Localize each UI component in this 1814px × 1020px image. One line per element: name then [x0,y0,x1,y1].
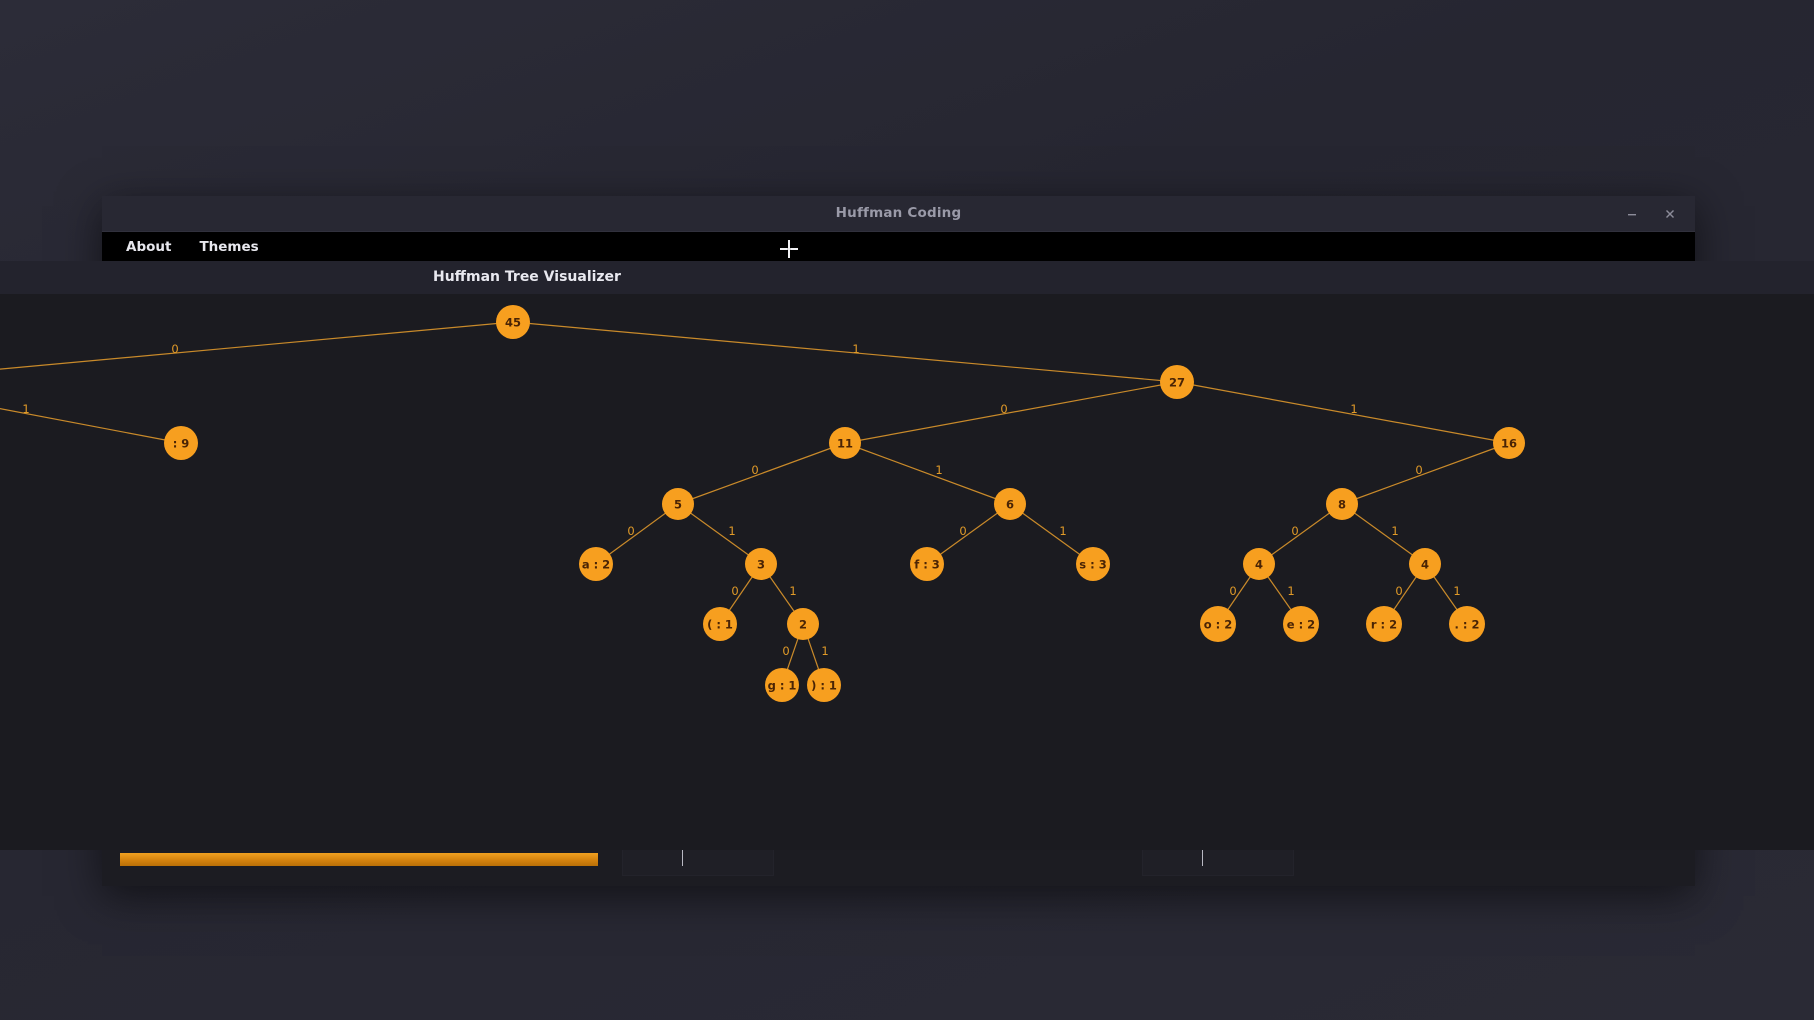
progress-bar-fill [120,853,598,866]
tree-internal-node[interactable]: 8 [1326,488,1358,520]
close-icon[interactable] [1653,200,1687,228]
text-caret-left [682,850,683,866]
edge-bit-label: 1 [1391,524,1398,538]
tree-leaf-node[interactable]: : 9 [164,426,198,460]
tree-internal-node[interactable]: 5 [662,488,694,520]
tree-node-label: . : 2 [1455,618,1480,632]
tree-node-label: a : 2 [582,558,610,572]
tree-leaf-node[interactable]: r : 2 [1366,606,1402,642]
edge-bit-label: 0 [959,524,966,538]
tree-node-label: 8 [1338,498,1346,512]
edge-bit-label: 0 [1415,463,1422,477]
tree-edge [844,442,1011,505]
tree-node-label: 3 [757,558,765,572]
progress-bar[interactable] [120,853,598,866]
tree-internal-node[interactable]: 2 [787,608,819,640]
menu-item-themes[interactable]: Themes [189,235,268,259]
tree-edge [844,381,1178,444]
menubar: About Themes [102,232,1695,262]
tree-edge [0,321,514,370]
menu-item-about[interactable]: About [116,235,181,259]
tree-leaf-node[interactable]: s : 3 [1076,547,1110,581]
tree-leaf-node[interactable]: g : 1 [765,668,799,702]
tree-node-label: 2 [799,618,807,632]
tree-internal-node[interactable]: 3 [745,548,777,580]
tree-node-label: 5 [674,498,682,512]
tree-leaf-node[interactable]: a : 2 [579,547,613,581]
tree-canvas[interactable]: 0 1 1 0 1 0 1 0 0 1 0 1 0 1 0 1 0 1 0 1 0 1 45 27: 9 11 16 5 6 8 a : … [0,294,1814,850]
minimize-icon[interactable] [1615,200,1649,228]
window-controls [1615,196,1687,231]
tree-leaf-node[interactable]: e : 2 [1283,606,1319,642]
tree-internal-node[interactable]: 6 [994,488,1026,520]
edge-bit-label: 0 [1229,584,1236,598]
edge-bit-label: 1 [1453,584,1460,598]
tree-leaf-node[interactable]: . : 2 [1449,606,1485,642]
tree-leaf-node[interactable]: o : 2 [1200,606,1236,642]
huffman-tree-graphic: 0 11 0 10 1 00 1 0 1 0 10 1 0 1 0 10 14527: 9 11 165 6 8a : … [0,305,1525,702]
edge-bit-label: 0 [1291,524,1298,538]
edge-bit-label: 1 [1059,524,1066,538]
tree-internal-node[interactable]: 11 [829,427,861,459]
edge-bit-label: 0 [171,342,178,356]
tree-edge [1341,442,1510,505]
tree-edge [512,321,1178,383]
edge-bit-label: 1 [1350,402,1357,416]
tree-node-label: f : 3 [914,558,940,572]
window-title: Huffman Coding [835,205,962,221]
edge-bit-label: 1 [1287,584,1294,598]
tree-edge [677,442,846,505]
tree-node-label: g : 1 [768,679,797,693]
edge-bit-label: 0 [1395,584,1402,598]
tree-internal-node[interactable]: 27 [1160,365,1194,399]
tree-node-label: 16 [1501,437,1517,451]
edge-bit-label: 1 [821,644,828,658]
tree-node-label: ( : 1 [707,618,733,632]
edge-bit-label: 1 [852,342,859,356]
tree-leaf-node[interactable]: f : 3 [910,547,944,581]
tree-node-label: 45 [505,316,521,330]
tree-node-label: 11 [837,437,853,451]
edge-bit-label: 1 [935,463,942,477]
edge-bit-label: 1 [22,402,29,416]
edge-bit-label: 0 [627,524,634,538]
edge-bit-label: 0 [751,463,758,477]
window-titlebar[interactable]: Huffman Coding [102,196,1695,232]
tree-leaf-node[interactable]: ) : 1 [807,668,841,702]
tree-node-label: : 9 [173,437,190,451]
tree-internal-node[interactable]: 45 [496,305,530,339]
edge-bit-label: 0 [782,644,789,658]
edge-bit-label: 1 [728,524,735,538]
tree-node-label: s : 3 [1079,558,1106,572]
tree-node-label: e : 2 [1287,618,1315,632]
tree-internal-node[interactable]: 4 [1243,548,1275,580]
tree-node-label: 27 [1169,376,1185,390]
app-header-band: Huffman Tree Visualizer [0,261,1814,294]
tree-internal-node[interactable]: 4 [1409,548,1441,580]
screen: Huffman Coding About Themes Huffman Tree… [0,0,1814,1020]
edge-bit-label: 1 [789,584,796,598]
tree-node-label: o : 2 [1204,618,1233,632]
edge-bit-label: 0 [1000,402,1007,416]
tree-node-label: 6 [1006,498,1014,512]
tree-node-label: 4 [1255,558,1263,572]
tree-leaf-node[interactable]: ( : 1 [703,607,737,641]
text-caret-right [1202,850,1203,866]
tree-node-label: r : 2 [1371,618,1397,632]
page-title: Huffman Tree Visualizer [433,269,621,285]
edge-bit-label: 0 [731,584,738,598]
tree-edge [1176,381,1510,444]
tree-node-label: 4 [1421,558,1429,572]
tree-node-label: ) : 1 [811,679,837,693]
tree-internal-node[interactable]: 16 [1493,427,1525,459]
